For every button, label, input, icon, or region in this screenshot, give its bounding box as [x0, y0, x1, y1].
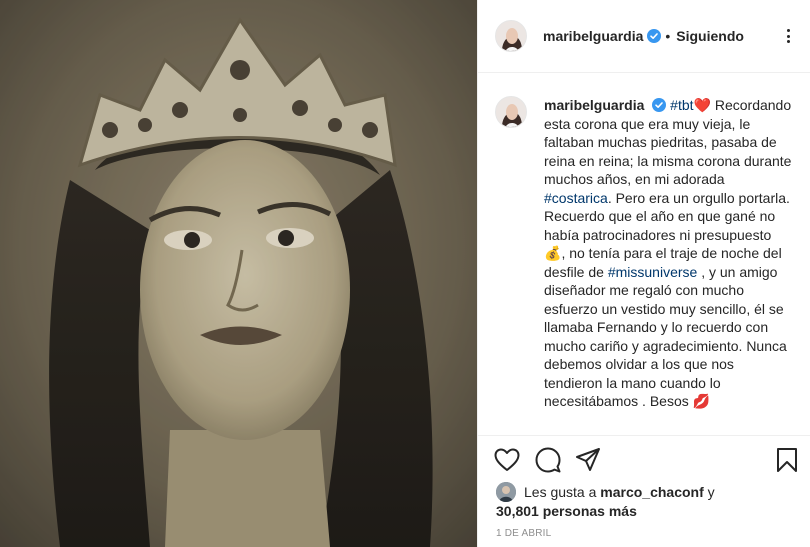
- author-username[interactable]: maribelguardia: [543, 28, 643, 44]
- more-options-icon[interactable]: [779, 27, 797, 45]
- caption-avatar[interactable]: [495, 96, 527, 128]
- verified-badge-icon: [647, 29, 662, 43]
- comment-icon[interactable]: [535, 447, 561, 473]
- author-avatar[interactable]: [495, 20, 527, 52]
- vintage-portrait-image: [0, 0, 477, 547]
- share-icon[interactable]: [575, 447, 601, 473]
- post-date[interactable]: 1 DE ABRIL: [496, 528, 551, 539]
- caption-username[interactable]: maribelguardia: [544, 97, 644, 113]
- caption-text-part-4: , y un amigo diseñador me regaló con muc…: [544, 263, 787, 410]
- caption-area: maribelguardia #tbt❤️ Recordando esta co…: [478, 74, 810, 435]
- caption-verified-badge-icon: [652, 98, 667, 112]
- likes-count[interactable]: 30,801 personas más: [496, 503, 637, 519]
- hashtag-missuniverse[interactable]: #missuniverse: [608, 264, 697, 280]
- hashtag-tbt[interactable]: #tbt: [670, 97, 693, 113]
- liker-avatar[interactable]: [496, 482, 516, 502]
- caption-text: maribelguardia #tbt❤️ Recordando esta co…: [544, 96, 794, 435]
- hashtag-costarica[interactable]: #costarica: [544, 190, 608, 206]
- money-bag-emoji: 💰: [544, 245, 562, 261]
- post-photo[interactable]: [0, 0, 477, 547]
- post-header: maribelguardia • Siguiendo: [478, 0, 810, 73]
- save-icon[interactable]: [776, 447, 798, 473]
- post-side-panel: maribelguardia • Siguiendo maribelguardi…: [477, 0, 810, 547]
- likes-prefix: Les gusta a: [524, 484, 601, 500]
- lips-emoji: 💋: [692, 393, 711, 409]
- red-heart-emoji: ❤️: [693, 97, 711, 113]
- post-actions: Les gusta a marco_chaconf y 30,801 perso…: [478, 435, 810, 547]
- likes-joiner: y: [703, 484, 715, 500]
- following-button[interactable]: Siguiendo: [676, 28, 744, 44]
- heart-icon[interactable]: [494, 448, 520, 472]
- likes-summary: Les gusta a marco_chaconf y 30,801 perso…: [496, 482, 796, 521]
- separator-dot: •: [665, 28, 671, 44]
- liker-username[interactable]: marco_chaconf: [600, 484, 703, 500]
